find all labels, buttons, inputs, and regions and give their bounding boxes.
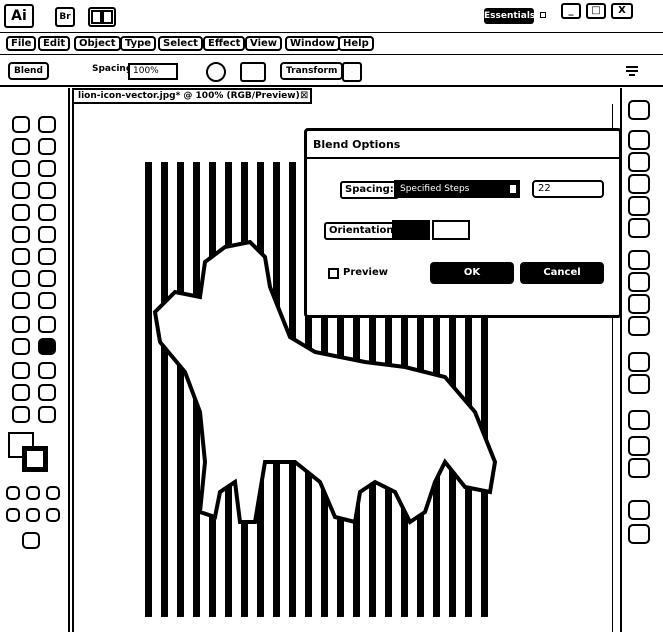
pencil-tool-icon[interactable] [38,204,56,221]
width-tool-icon[interactable] [12,270,30,287]
symbol-sprayer-tool-icon[interactable] [12,362,30,379]
bridge-button[interactable]: Br [55,7,75,27]
arrange-documents-button[interactable] [88,7,116,27]
pen-tool-icon[interactable] [12,160,30,177]
chevron-down-icon[interactable] [508,183,518,195]
color-panel-icon[interactable] [628,100,650,120]
eyedropper-tool-icon[interactable] [12,338,30,355]
workspace-dropdown-icon[interactable] [540,12,546,18]
align-to-path-icon[interactable] [432,220,470,240]
app-logo: Ai [4,4,34,28]
menu-help[interactable]: Help [338,36,374,51]
menu-object[interactable]: Object [74,36,121,51]
selected-object-label: Blend [8,62,49,80]
ok-button[interactable]: OK [430,262,514,284]
tab-close-icon[interactable]: ⊠ [300,90,308,101]
color-guide-icon[interactable] [628,130,650,150]
close-button[interactable]: X [611,3,633,19]
stroke-swatch-icon[interactable] [22,446,48,472]
scale-tool-icon[interactable] [38,248,56,265]
free-transform-tool-icon[interactable] [38,270,56,287]
appearance-icon[interactable] [628,316,650,336]
perspective-grid-tool-icon[interactable] [38,292,56,309]
menu-view[interactable]: View [245,36,283,51]
mesh-tool-icon[interactable] [12,316,30,333]
arrange-icon [91,10,113,24]
symbols-icon[interactable] [628,196,650,216]
document-tab-title: lion-icon-vector.jpg* @ 100% (RGB/Previe… [78,91,300,101]
transform-button[interactable]: Transform [280,62,344,80]
draw-normal-icon[interactable] [6,508,20,522]
document-tab[interactable]: lion-icon-vector.jpg* @ 100% (RGB/Previe… [72,88,312,104]
gradient-mode-icon[interactable] [26,486,40,500]
draw-inside-icon[interactable] [46,508,60,522]
navigator-icon[interactable] [628,524,650,544]
align-panel-icon[interactable] [628,410,650,430]
shape-builder-tool-icon[interactable] [12,292,30,309]
selection-tool-icon[interactable] [12,116,30,133]
menu-type[interactable]: Type [120,36,157,51]
brushes-icon[interactable] [628,174,650,194]
orientation-label: Orientation: [324,222,403,240]
hand-tool-icon[interactable] [12,406,30,423]
stroke-panel-icon[interactable] [628,250,650,270]
align-to-page-icon[interactable] [392,220,430,240]
preview-checkbox[interactable] [328,268,339,279]
tools-panel [0,88,70,632]
blob-brush-tool-icon[interactable] [12,226,30,243]
column-graph-tool-icon[interactable] [38,362,56,379]
swatches-icon[interactable] [628,152,650,172]
align-icon[interactable] [240,62,266,82]
spacing-input[interactable]: 100% [128,63,178,80]
title-bar: Ai Br Essentials _ □ X [0,0,663,33]
line-tool-icon[interactable] [12,182,30,199]
magic-wand-tool-icon[interactable] [12,138,30,155]
panel-menu-icon[interactable] [624,62,644,82]
gradient-tool-icon[interactable] [38,316,56,333]
draw-behind-icon[interactable] [26,508,40,522]
rectangle-tool-icon[interactable] [38,182,56,199]
rotate-tool-icon[interactable] [12,248,30,265]
artboard-tool-icon[interactable] [12,384,30,401]
cancel-button[interactable]: Cancel [520,262,604,284]
preview-label: Preview [340,266,392,280]
blend-tool-icon[interactable] [38,338,56,355]
minimize-button[interactable]: _ [561,3,581,19]
none-mode-icon[interactable] [46,486,60,500]
eraser-tool-icon[interactable] [38,226,56,243]
spacing-select[interactable]: Specified Steps [394,180,520,198]
color-mode-icon[interactable] [6,486,20,500]
menu-effect[interactable]: Effect [203,36,246,51]
lasso-tool-icon[interactable] [38,138,56,155]
recolor-icon[interactable] [206,62,226,82]
menu-bar: File Edit Object Type Select Effect View… [0,33,663,55]
slice-tool-icon[interactable] [38,384,56,401]
dialog-title: Blend Options [307,131,619,159]
workspace-switcher[interactable]: Essentials [484,8,535,24]
menu-edit[interactable]: Edit [38,36,71,51]
gradient-panel-icon[interactable] [628,272,650,292]
pathfinder-icon[interactable] [628,436,650,456]
restore-button[interactable]: □ [586,3,606,19]
control-bar: Blend Spacing: Transform [0,56,663,87]
steps-input[interactable]: 22 [532,180,604,198]
artboards-icon[interactable] [628,374,650,394]
graphic-styles-icon[interactable] [628,218,650,238]
transparency-icon[interactable] [628,294,650,314]
menu-file[interactable]: File [6,36,37,51]
menu-select[interactable]: Select [158,36,203,51]
menu-window[interactable]: Window [285,36,340,51]
spacing-label: Spacing: [340,181,399,199]
type-tool-icon[interactable] [38,160,56,177]
paintbrush-tool-icon[interactable] [12,204,30,221]
links-icon[interactable] [628,500,650,520]
isolate-icon[interactable] [342,62,362,82]
screen-mode-icon[interactable] [22,532,40,549]
layers-icon[interactable] [628,352,650,372]
direct-selection-tool-icon[interactable] [38,116,56,133]
transform-panel-icon[interactable] [628,458,650,478]
zoom-tool-icon[interactable] [38,406,56,423]
